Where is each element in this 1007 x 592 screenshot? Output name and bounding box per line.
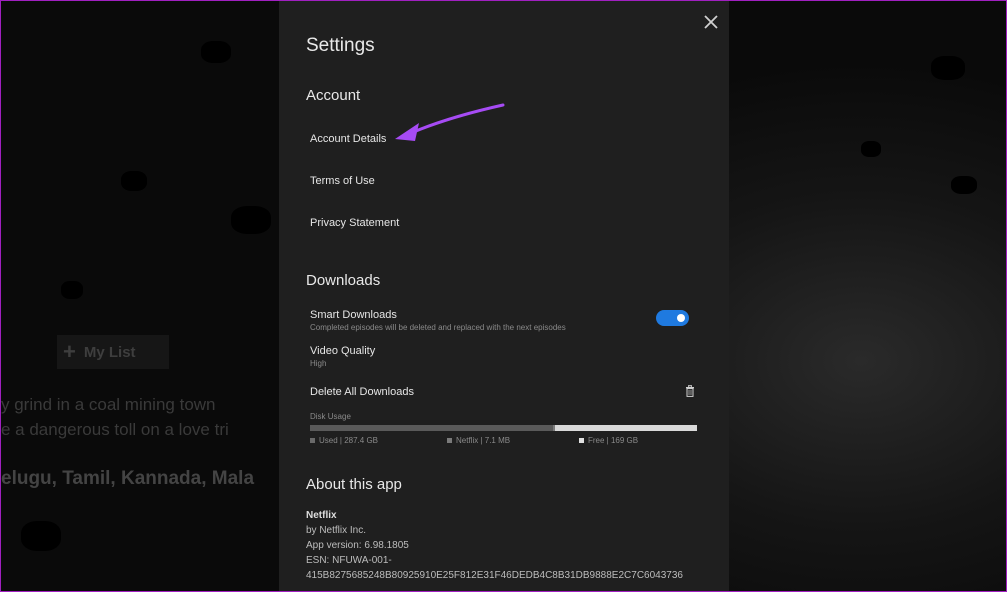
disk-usage-bar — [310, 425, 697, 431]
about-publisher: by Netflix Inc. — [306, 525, 367, 536]
bg-rock — [61, 281, 83, 299]
video-quality-value: High — [310, 359, 327, 368]
privacy-statement-link[interactable]: Privacy Statement — [310, 217, 399, 229]
about-app-name: Netflix — [306, 510, 337, 521]
settings-title: Settings — [306, 35, 375, 56]
bg-description-line-1: y grind in a coal mining town — [1, 395, 216, 414]
legend-free: Free | 169 GB — [579, 436, 638, 445]
video-quality-label[interactable]: Video Quality — [310, 345, 375, 357]
toggle-knob — [677, 314, 685, 322]
bg-rock — [231, 206, 271, 234]
bg-rock — [951, 176, 977, 194]
smart-downloads-label: Smart Downloads — [310, 309, 397, 321]
my-list-button-background: + My List — [57, 335, 169, 369]
legend-free-text: Free | 169 GB — [588, 436, 639, 445]
settings-panel: Settings Account Account Details Terms o… — [279, 1, 729, 591]
bg-rock — [931, 56, 965, 80]
legend-netflix-text: Netflix | 7.1 MB — [456, 436, 511, 445]
delete-all-downloads-label: Delete All Downloads — [310, 386, 414, 398]
close-icon[interactable] — [702, 13, 720, 31]
downloads-heading: Downloads — [306, 272, 381, 289]
legend-netflix-swatch — [447, 438, 452, 443]
terms-of-use-link[interactable]: Terms of Use — [310, 175, 375, 187]
legend-used-swatch — [310, 438, 315, 443]
bg-description-line-2: e a dangerous toll on a love tri — [1, 420, 229, 439]
bg-rock — [201, 41, 231, 63]
trash-icon[interactable] — [685, 385, 695, 397]
plus-icon: + — [63, 339, 76, 364]
about-esn-value: 415B8275685248B80925910E25F812E31F46DEDB… — [306, 570, 683, 581]
bg-rock — [861, 141, 881, 157]
account-heading: Account — [306, 87, 361, 104]
legend-free-swatch — [579, 438, 584, 443]
disk-free-segment — [554, 425, 697, 431]
about-version: App version: 6.98.1805 — [306, 540, 409, 551]
smart-downloads-description: Completed episodes will be deleted and r… — [310, 323, 566, 332]
bg-rock — [21, 521, 61, 551]
disk-usage-label: Disk Usage — [310, 412, 351, 421]
bg-rock — [121, 171, 147, 191]
account-details-link[interactable]: Account Details — [310, 133, 386, 145]
bg-languages-line: elugu, Tamil, Kannada, Mala — [1, 468, 255, 489]
annotation-arrow-icon — [395, 103, 505, 141]
about-heading: About this app — [306, 476, 402, 493]
legend-netflix: Netflix | 7.1 MB — [447, 436, 510, 445]
smart-downloads-toggle[interactable] — [656, 310, 689, 326]
disk-used-segment — [310, 425, 554, 431]
screen: + My List y grind in a coal mining town … — [0, 0, 1007, 592]
about-esn-label: ESN: NFUWA-001- — [306, 555, 392, 566]
close-icon-glyph — [704, 15, 718, 29]
legend-used-text: Used | 287.4 GB — [319, 436, 378, 445]
legend-used: Used | 287.4 GB — [310, 436, 378, 445]
my-list-label: My List — [83, 343, 136, 361]
about-info: Netflix by Netflix Inc. App version: 6.9… — [306, 508, 683, 583]
